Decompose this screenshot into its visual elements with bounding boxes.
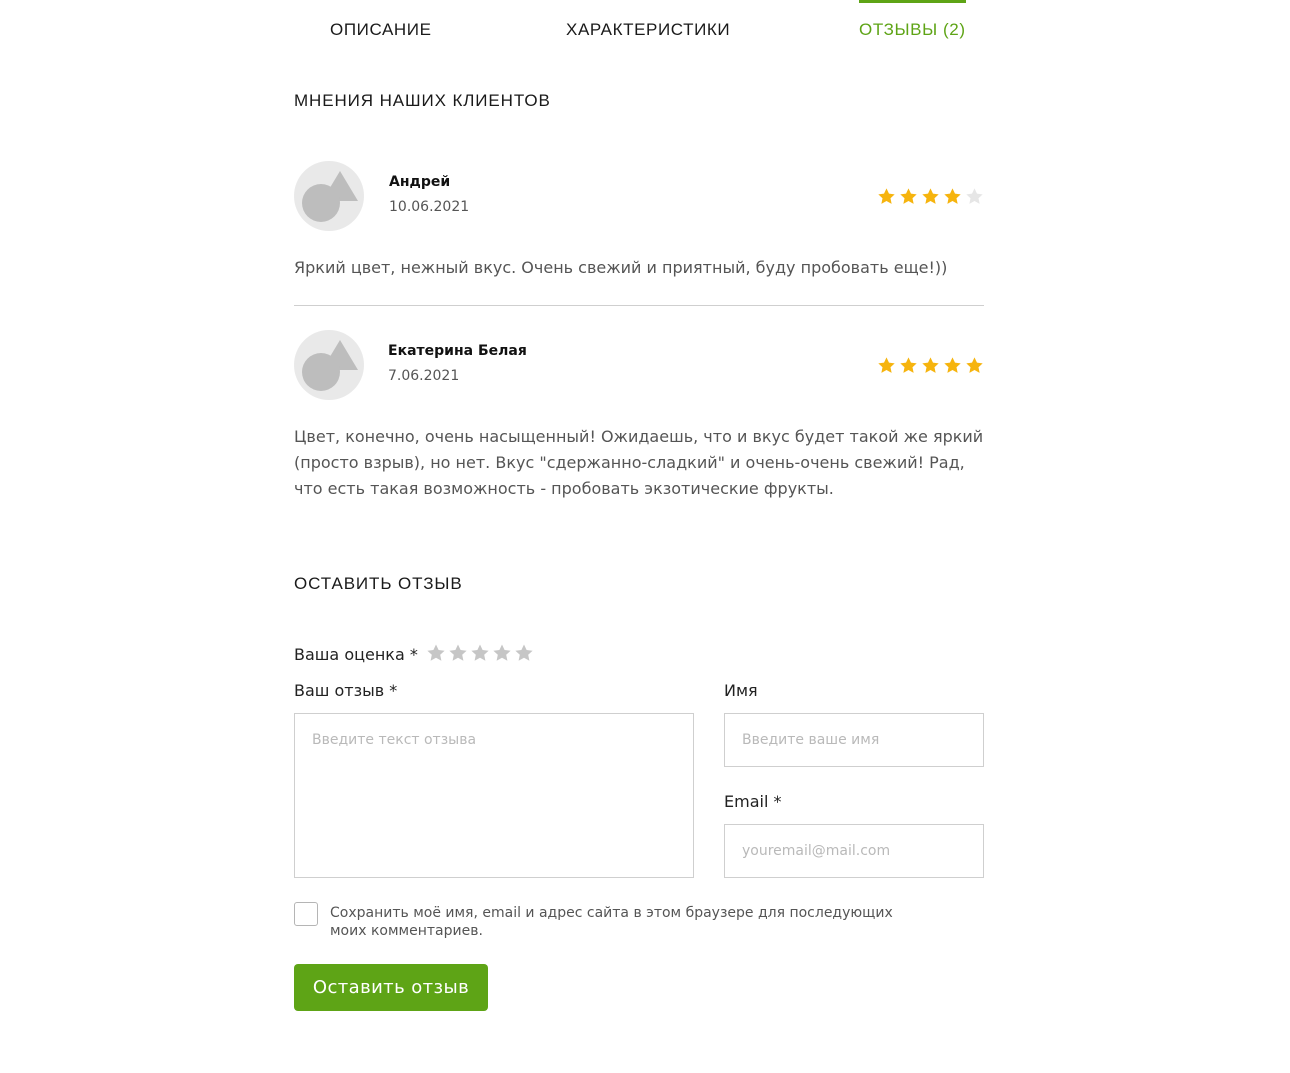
rating-star-icon[interactable] [514,643,534,663]
review-rating [877,356,984,375]
star-filled-icon [878,357,895,373]
product-tabs: ОПИСАНИЕ ХАРАКТЕРИСТИКИ ОТЗЫВЫ (2) [0,0,1290,50]
email-field-label: Email * [724,792,782,811]
save-info-checkbox[interactable] [294,902,318,926]
star-empty-icon [966,188,983,204]
review-item: Андрей 10.06.2021 Яркий цвет, нежный вку… [294,161,984,281]
star-filled-icon [900,188,917,204]
review-item: Екатерина Белая 7.06.2021 Цвет, конечно,… [294,330,984,510]
name-field-label: Имя [724,681,758,700]
rating-input [426,643,534,663]
submit-review-button[interactable]: Оставить отзыв [294,964,488,1011]
review-textarea[interactable] [294,713,694,878]
star-filled-icon [922,357,939,373]
avatar [294,161,364,231]
review-text: Цвет, конечно, очень насыщенный! Ожидаеш… [294,427,984,498]
review-date: 7.06.2021 [388,368,460,384]
avatar-placeholder-icon [302,171,358,222]
review-author: Екатерина Белая [388,343,527,359]
review-author: Андрей [389,174,451,190]
rating-star-icon[interactable] [492,643,512,663]
star-filled-icon [944,188,961,204]
name-input[interactable] [724,713,984,767]
review-field-label: Ваш отзыв * [294,681,398,700]
email-input[interactable] [724,824,984,878]
avatar [294,330,364,400]
review-rating [877,187,984,206]
tab-description[interactable]: ОПИСАНИЕ [330,0,432,50]
star-filled-icon [900,357,917,373]
review-divider [294,305,984,306]
star-filled-icon [966,357,983,373]
rating-star-icon[interactable] [426,643,446,663]
star-filled-icon [878,188,895,204]
review-date: 10.06.2021 [389,199,470,215]
reviews-section-title: МНЕНИЯ НАШИХ КЛИЕНТОВ [294,91,551,110]
review-text: Яркий цвет, нежный вкус. Очень свежий и … [294,258,948,277]
star-filled-icon [944,357,961,373]
avatar-placeholder-icon [302,340,358,391]
rating-star-icon[interactable] [470,643,490,663]
leave-review-title: ОСТАВИТЬ ОТЗЫВ [294,574,463,593]
tab-reviews[interactable]: ОТЗЫВЫ (2) [859,0,966,50]
rating-label: Ваша оценка * [294,645,418,664]
tab-specifications[interactable]: ХАРАКТЕРИСТИКИ [566,0,730,50]
save-info-label: Сохранить моё имя, email и адрес сайта в… [330,905,893,939]
star-filled-icon [922,188,939,204]
rating-star-icon[interactable] [448,643,468,663]
